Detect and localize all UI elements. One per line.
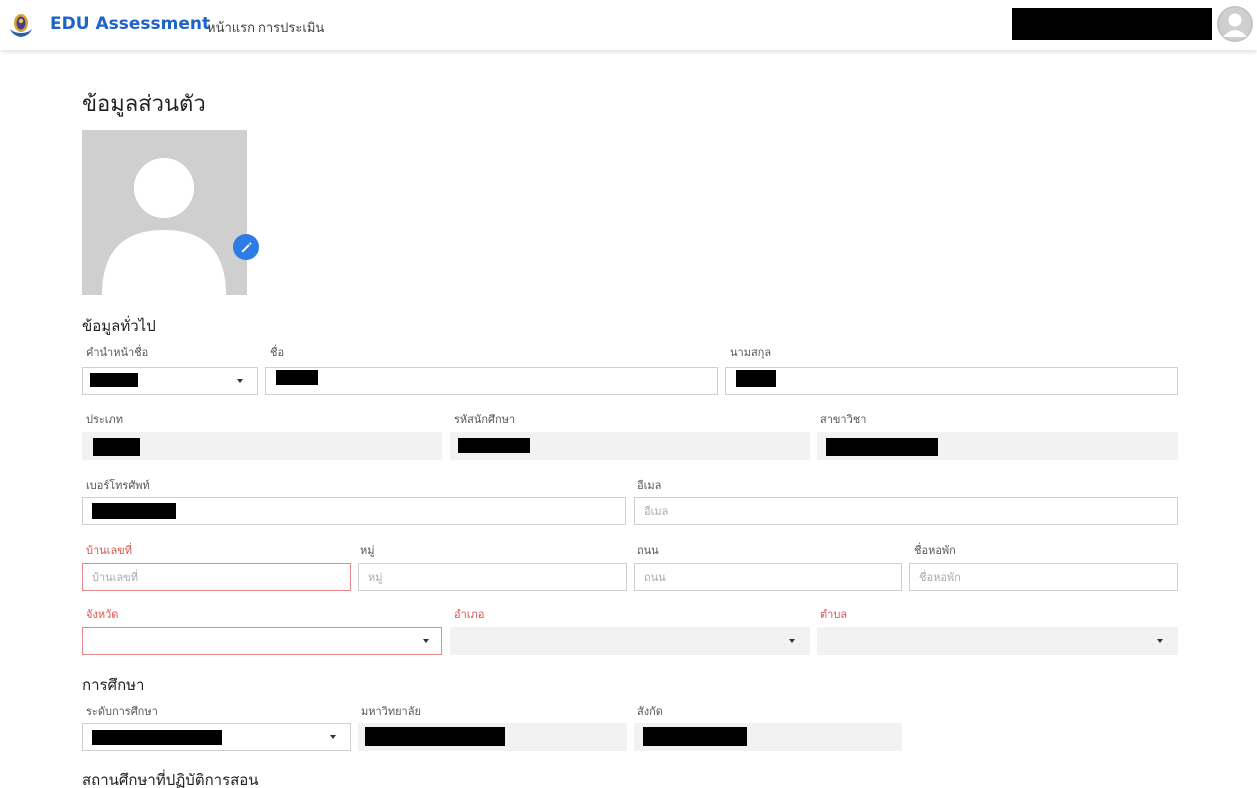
pencil-icon <box>241 241 252 252</box>
label-last-name: นามสกุล <box>730 346 772 359</box>
major-readonly <box>817 432 1178 460</box>
top-navbar: EDU Assessment หน้าแรก การประเมิน <box>0 0 1257 50</box>
chevron-down-icon <box>423 639 429 643</box>
major-value-redacted <box>826 438 938 456</box>
label-major: สาขาวิชา <box>820 413 867 426</box>
affiliation-readonly <box>634 723 902 751</box>
label-email: อีเมล <box>637 479 662 492</box>
label-province: จังหวัด <box>86 608 119 621</box>
edu-level-select[interactable] <box>82 723 351 751</box>
section-practice-school-title: สถานศึกษาที่ปฏิบัติการสอน <box>82 771 259 788</box>
label-student-id: รหัสนักศึกษา <box>454 413 516 426</box>
email-input[interactable]: อีเมล <box>634 497 1178 525</box>
dorm-placeholder: ชื่อหอพัก <box>919 571 961 584</box>
avatar-placeholder-icon <box>102 158 226 295</box>
chevron-down-icon <box>330 735 336 739</box>
chevron-down-icon <box>237 379 243 383</box>
page-title: ข้อมูลส่วนตัว <box>82 92 206 117</box>
first-name-input[interactable] <box>265 367 718 395</box>
first-name-value-redacted <box>276 370 318 385</box>
label-dorm: ชื่อหอพัก <box>914 544 956 557</box>
nav-link-assessment[interactable]: การประเมิน <box>258 17 324 38</box>
brand-name[interactable]: EDU Assessment <box>50 14 210 34</box>
user-name-redacted[interactable] <box>1012 8 1212 40</box>
label-edu-level: ระดับการศึกษา <box>86 705 158 718</box>
label-moo: หมู่ <box>360 544 375 557</box>
type-readonly <box>82 432 442 460</box>
label-house-no: บ้านเลขที่ <box>86 544 132 557</box>
student-id-value-redacted <box>458 438 530 453</box>
prefix-value-redacted <box>90 373 138 387</box>
last-name-input[interactable] <box>725 367 1178 395</box>
chevron-down-icon <box>1157 639 1163 643</box>
phone-input[interactable] <box>82 497 626 525</box>
road-input[interactable]: ถนน <box>634 563 902 591</box>
label-type: ประเภท <box>86 413 124 426</box>
edu-level-value-redacted <box>92 730 222 745</box>
subdistrict-select[interactable] <box>817 627 1178 655</box>
prefix-select[interactable] <box>82 367 258 395</box>
university-readonly <box>358 723 627 751</box>
label-road: ถนน <box>637 544 659 557</box>
university-logo-icon[interactable] <box>8 12 34 38</box>
student-id-readonly <box>450 432 810 460</box>
moo-placeholder: หมู่ <box>368 571 383 584</box>
label-first-name: ชื่อ <box>270 346 285 359</box>
nav-link-home[interactable]: หน้าแรก <box>207 17 255 38</box>
chevron-down-icon <box>789 639 795 643</box>
label-university: มหาวิทยาลัย <box>361 705 421 718</box>
district-select[interactable] <box>450 627 810 655</box>
phone-value-redacted <box>92 503 176 519</box>
province-select[interactable] <box>82 627 442 655</box>
section-general-title: ข้อมูลทั่วไป <box>82 317 156 335</box>
house-no-input[interactable]: บ้านเลขที่ <box>82 563 351 591</box>
edit-photo-button[interactable] <box>233 234 259 260</box>
last-name-value-redacted <box>736 370 776 387</box>
road-placeholder: ถนน <box>644 571 666 584</box>
moo-input[interactable]: หมู่ <box>358 563 627 591</box>
house-no-placeholder: บ้านเลขที่ <box>92 571 138 584</box>
label-phone: เบอร์โทรศัพท์ <box>86 479 150 492</box>
profile-photo <box>82 130 247 295</box>
label-affiliation: สังกัด <box>637 705 663 718</box>
email-placeholder: อีเมล <box>644 505 669 518</box>
section-education-title: การศึกษา <box>82 676 145 694</box>
user-avatar-icon[interactable] <box>1217 6 1253 42</box>
university-value-redacted <box>365 727 505 746</box>
label-prefix: คำนำหน้าชื่อ <box>86 346 149 359</box>
dorm-input[interactable]: ชื่อหอพัก <box>909 563 1178 591</box>
type-value-redacted <box>93 438 140 456</box>
label-subdistrict: ตำบล <box>820 608 848 621</box>
label-district: อำเภอ <box>454 608 485 621</box>
affiliation-value-redacted <box>643 727 747 746</box>
